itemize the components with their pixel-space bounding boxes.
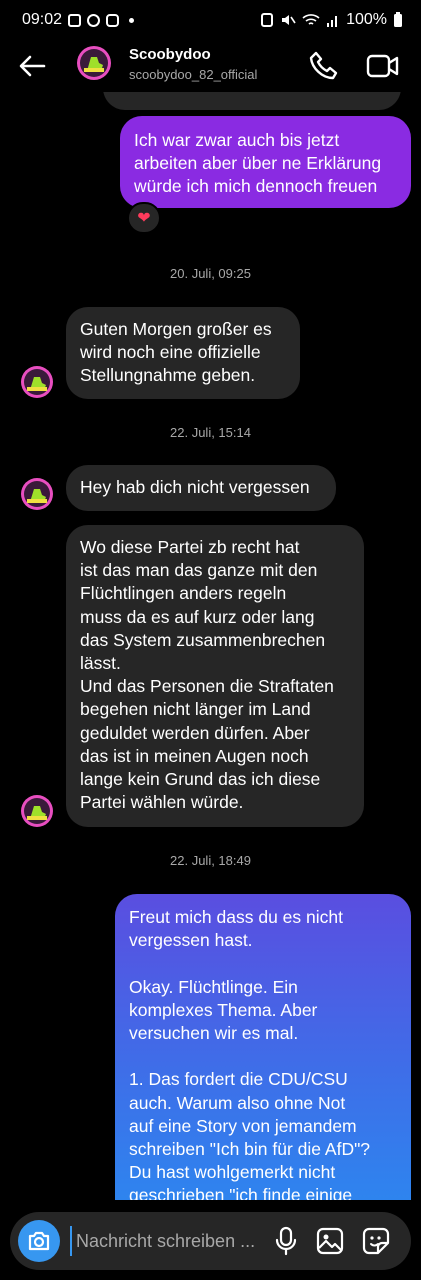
incoming-message[interactable]: Hey hab dich nicht vergessen bbox=[66, 465, 336, 511]
sticker-icon[interactable] bbox=[361, 1226, 391, 1256]
video-camera-icon[interactable] bbox=[366, 50, 400, 82]
wifi-icon bbox=[302, 14, 320, 25]
battery-level: 100% bbox=[346, 11, 387, 28]
contact-name[interactable]: Scoobydoo bbox=[129, 46, 211, 63]
chat-header: Scoobydoo scoobydoo_82_official bbox=[0, 40, 421, 92]
avatar[interactable] bbox=[21, 478, 53, 510]
camera-icon bbox=[28, 1231, 50, 1251]
alarm-icon bbox=[261, 13, 274, 27]
camera-button[interactable] bbox=[18, 1220, 60, 1262]
date-separator: 20. Juli, 09:25 bbox=[170, 266, 251, 281]
heart-reaction-icon[interactable]: ❤ bbox=[127, 202, 161, 234]
phone-icon[interactable] bbox=[308, 50, 340, 82]
date-separator: 22. Juli, 18:49 bbox=[170, 853, 251, 868]
message-list[interactable]: Ich war zwar auch bis jetzt arbeiten abe… bbox=[0, 92, 421, 1200]
microphone-icon[interactable] bbox=[272, 1226, 300, 1256]
app-notification-icon bbox=[87, 13, 101, 27]
outgoing-message[interactable]: Freut mich dass du es nicht vergessen ha… bbox=[115, 894, 411, 1200]
incoming-message[interactable]: Wo diese Partei zb recht hat ist das man… bbox=[66, 525, 364, 827]
status-right: 100% bbox=[260, 11, 403, 29]
incoming-message[interactable]: Guten Morgen großer es wird noch eine of… bbox=[66, 307, 300, 399]
image-icon[interactable] bbox=[315, 1226, 345, 1256]
mute-icon bbox=[282, 15, 296, 25]
instagram-notification-icon bbox=[106, 13, 120, 27]
avatar[interactable] bbox=[77, 46, 111, 80]
message-composer bbox=[10, 1212, 411, 1270]
date-separator: 22. Juli, 15:14 bbox=[170, 425, 251, 440]
battery-icon bbox=[394, 12, 402, 27]
contact-handle[interactable]: scoobydoo_82_official bbox=[129, 67, 257, 82]
arrow-left-icon[interactable] bbox=[16, 52, 48, 80]
status-left: 09:02 bbox=[22, 11, 135, 29]
avatar[interactable] bbox=[21, 795, 53, 827]
status-bar: 09:02 100% bbox=[0, 0, 421, 40]
signal-icon bbox=[327, 16, 338, 27]
status-time: 09:02 bbox=[22, 11, 63, 28]
more-notifications-dot-icon bbox=[129, 17, 135, 23]
gallery-notification-icon bbox=[68, 13, 82, 27]
avatar[interactable] bbox=[21, 366, 53, 398]
outgoing-message[interactable]: Ich war zwar auch bis jetzt arbeiten abe… bbox=[120, 116, 411, 208]
message-input[interactable] bbox=[70, 1226, 270, 1256]
previous-message-bubble[interactable] bbox=[103, 92, 401, 110]
